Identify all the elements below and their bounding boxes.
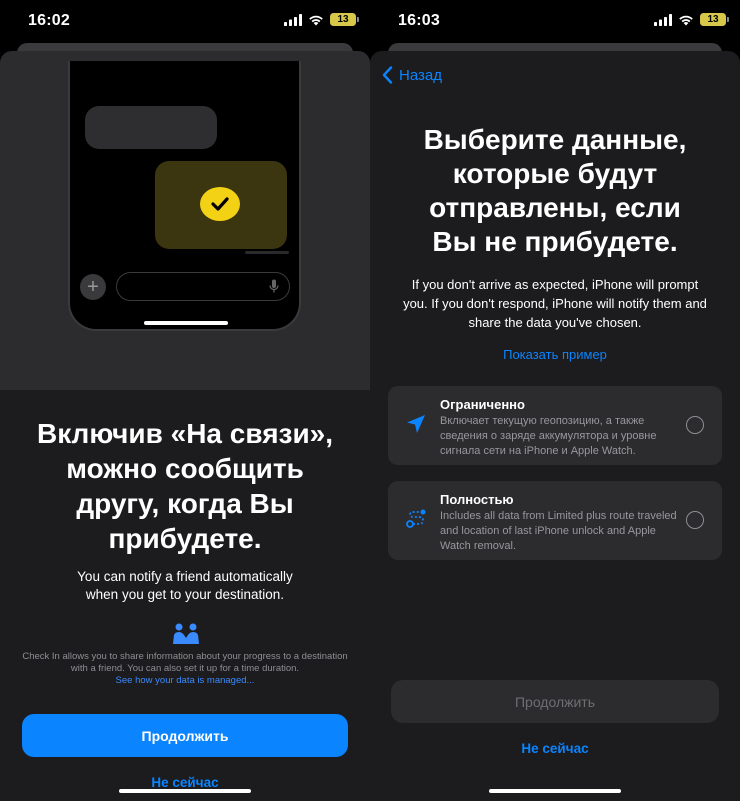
people-share-icon bbox=[173, 623, 199, 644]
option-title: Ограниченно bbox=[440, 397, 525, 412]
wifi-icon bbox=[679, 15, 693, 25]
page-title: Включив «На связи», можно сообщить другу… bbox=[36, 418, 334, 554]
battery-level: 13 bbox=[707, 14, 719, 25]
status-icons: 13 bbox=[284, 13, 359, 26]
option-title: Полностью bbox=[440, 492, 514, 507]
left-screen: 16:02 13 + Включив «На связи», можно соо… bbox=[0, 0, 370, 801]
decorative-line bbox=[245, 251, 289, 254]
page-subtitle: If you don't arrive as expected, iPhone … bbox=[403, 277, 707, 330]
cellular-signal-icon bbox=[654, 13, 672, 26]
option-limited[interactable]: Ограниченно Включает текущую геопозицию,… bbox=[388, 386, 722, 465]
battery-icon: 13 bbox=[330, 13, 359, 26]
plus-icon: + bbox=[80, 274, 106, 300]
option-description: Includes all data from Limited plus rout… bbox=[440, 510, 677, 552]
option-full[interactable]: Полностью Includes all data from Limited… bbox=[388, 481, 722, 560]
cellular-signal-icon bbox=[284, 13, 302, 26]
battery-level: 13 bbox=[337, 14, 349, 25]
back-label: Назад bbox=[399, 66, 442, 84]
not-now-button[interactable]: Не сейчас bbox=[370, 741, 740, 756]
message-bubble-received bbox=[85, 106, 217, 149]
message-field-illustration bbox=[116, 272, 290, 301]
page-title: Выберите данные, которые будут отправлен… bbox=[423, 124, 687, 257]
back-button[interactable]: Назад bbox=[382, 66, 442, 84]
status-bar: 16:02 13 bbox=[0, 0, 370, 44]
phone-home-indicator bbox=[144, 321, 228, 325]
status-time: 16:02 bbox=[28, 12, 70, 29]
continue-button[interactable]: Продолжить bbox=[22, 714, 348, 757]
hero-illustration: + bbox=[0, 51, 370, 390]
continue-button[interactable]: Продолжить bbox=[391, 680, 719, 723]
data-choice-sheet: Назад Выберите данные, которые будут отп… bbox=[370, 51, 740, 801]
data-managed-link[interactable]: See how your data is managed... bbox=[22, 675, 348, 687]
right-screen: 16:03 13 Назад Выберите данные, которые bbox=[370, 0, 740, 801]
location-arrow-icon bbox=[407, 415, 425, 433]
wifi-icon bbox=[309, 15, 323, 25]
status-icons: 13 bbox=[654, 13, 729, 26]
show-example-link[interactable]: Показать пример bbox=[370, 347, 740, 362]
option-description: Включает текущую геопозицию, а также све… bbox=[440, 415, 657, 457]
check-in-checkmark-icon bbox=[200, 187, 240, 221]
info-text-block: Check In allows you to share information… bbox=[22, 651, 348, 687]
page-subtitle: You can notify a friend automatically wh… bbox=[77, 569, 293, 602]
radio-button-limited[interactable] bbox=[686, 416, 704, 434]
home-indicator[interactable] bbox=[119, 788, 251, 793]
radio-button-full[interactable] bbox=[686, 511, 704, 529]
status-bar: 16:03 13 bbox=[370, 0, 740, 44]
status-time: 16:03 bbox=[398, 12, 440, 29]
microphone-icon bbox=[269, 279, 279, 293]
not-now-button[interactable]: Не сейчас bbox=[0, 775, 370, 790]
info-text: Check In allows you to share information… bbox=[22, 651, 348, 674]
route-icon bbox=[406, 509, 426, 528]
chevron-left-icon bbox=[382, 66, 393, 84]
phone-illustration: + bbox=[68, 61, 301, 331]
battery-icon: 13 bbox=[700, 13, 729, 26]
home-indicator[interactable] bbox=[489, 788, 621, 793]
